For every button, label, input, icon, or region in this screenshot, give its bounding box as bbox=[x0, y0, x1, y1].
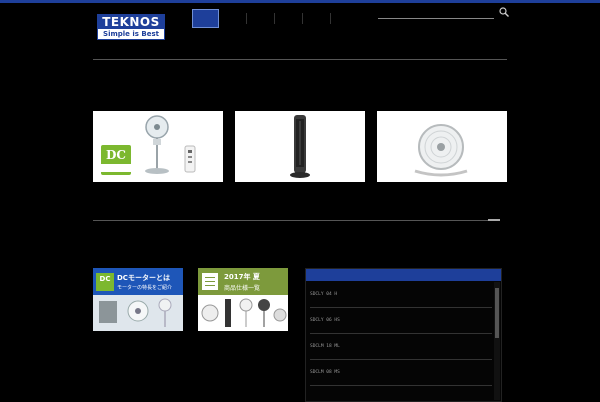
news-header bbox=[306, 269, 501, 281]
banner-fans-image bbox=[99, 298, 172, 327]
dc-badge-strip bbox=[101, 164, 131, 172]
news-item-label: SDCLM 08 MS bbox=[310, 370, 340, 375]
top-accent-bar bbox=[0, 0, 600, 3]
divider-marker bbox=[488, 219, 500, 221]
list-icon bbox=[202, 273, 218, 290]
news-item[interactable]: SDCLY 04 H bbox=[310, 283, 492, 308]
main-nav bbox=[192, 9, 358, 28]
news-scrollbar[interactable] bbox=[494, 282, 500, 400]
news-panel: SDCLY 04 H SDCLY 06 HS SDCLM 18 ML SDCLM… bbox=[305, 268, 502, 402]
banner-title: DCモーターとは bbox=[117, 274, 170, 282]
topic-banner-spec-list[interactable]: 2017年 夏 商品仕様一覧 bbox=[198, 268, 288, 331]
nav-item-2[interactable] bbox=[219, 9, 246, 28]
news-scrollbar-thumb[interactable] bbox=[495, 288, 499, 338]
circulator-fan-image bbox=[414, 124, 468, 177]
nav-item-4[interactable] bbox=[275, 9, 302, 28]
product-card-tower-fan[interactable] bbox=[235, 111, 365, 182]
topic-banner-dc-motor[interactable]: DC DCモーターとは モーターの特長をご紹介 bbox=[93, 268, 183, 331]
news-item-label: SDCLY 04 H bbox=[310, 292, 338, 297]
product-card-circulator[interactable] bbox=[377, 111, 507, 182]
nav-item-3[interactable] bbox=[247, 9, 274, 28]
news-item[interactable]: SDCLM 18 ML bbox=[310, 335, 492, 360]
banner-dc-badge: DC bbox=[96, 273, 114, 291]
news-item-label: SDCLY 06 HS bbox=[310, 318, 340, 323]
banner-subtitle: モーターの特長をご紹介 bbox=[117, 285, 173, 291]
dc-badge-label: DC bbox=[106, 148, 126, 162]
logo-wordmark: TEKNOS bbox=[98, 15, 164, 29]
product-card-dc-fan[interactable]: DC bbox=[93, 111, 223, 182]
nav-item-5[interactable] bbox=[303, 9, 330, 28]
search-box bbox=[378, 8, 494, 19]
news-item-label: SDCLM 18 ML bbox=[310, 344, 340, 349]
nav-item-home[interactable] bbox=[192, 9, 219, 28]
brand-logo[interactable]: TEKNOS Simple is Best bbox=[97, 14, 165, 40]
logo-tagline: Simple is Best bbox=[103, 30, 159, 38]
tower-fan-image bbox=[290, 115, 310, 178]
banner-subtitle: 商品仕様一覧 bbox=[224, 285, 261, 292]
search-icon[interactable] bbox=[498, 6, 510, 18]
header-divider bbox=[93, 59, 507, 60]
products-divider bbox=[93, 220, 500, 221]
dc-motor-badge: DC bbox=[101, 145, 131, 175]
banner-title: 2017年 夏 bbox=[224, 273, 260, 281]
news-item[interactable]: SDCLM 08 MS bbox=[310, 361, 492, 386]
banner-products-image bbox=[201, 298, 287, 327]
news-item[interactable]: SDCLY 06 HS bbox=[310, 309, 492, 334]
nav-item-6[interactable] bbox=[331, 9, 358, 28]
search-input[interactable] bbox=[378, 8, 486, 18]
